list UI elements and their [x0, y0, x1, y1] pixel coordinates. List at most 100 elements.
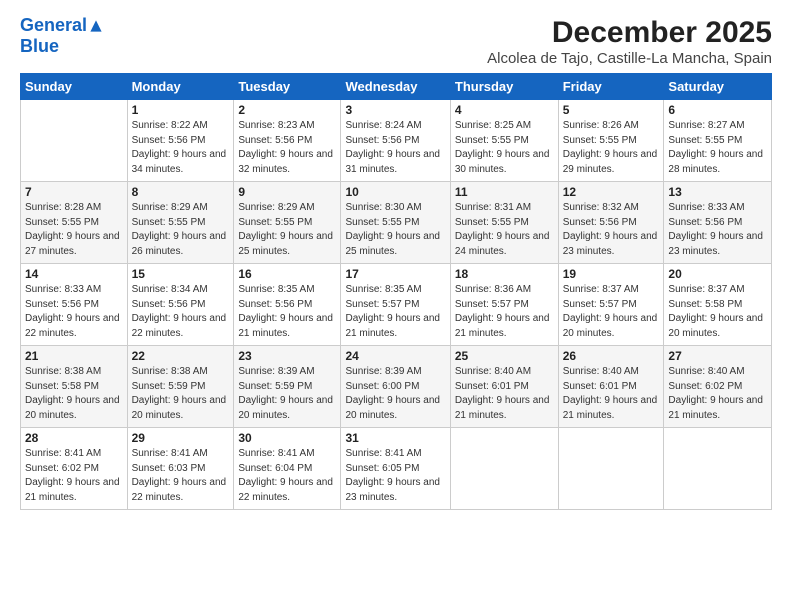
calendar-week-row: 1Sunrise: 8:22 AM Sunset: 5:56 PM Daylig… [21, 100, 772, 182]
calendar-cell: 27 Sunrise: 8:40 AM Sunset: 6:02 PM Dayli… [664, 346, 772, 428]
day-info: Sunrise: 8:29 AM Sunset: 5:55 PM Dayligh… [238, 201, 336, 259]
calendar-week-row: 14 Sunrise: 8:33 AM Sunset: 5:56 PM Dayli… [21, 264, 772, 346]
calendar-cell: 10 Sunrise: 8:30 AM Sunset: 5:55 PM Dayli… [341, 182, 450, 264]
calendar-cell: 11 Sunrise: 8:31 AM Sunset: 5:55 PM Dayli… [450, 182, 558, 264]
day-info: Sunrise: 8:40 AM Sunset: 6:02 PM Dayligh… [668, 365, 767, 423]
main-title: December 2025 [487, 16, 772, 50]
day-number: 6 [668, 103, 767, 117]
calendar-cell: 30 Sunrise: 8:41 AM Sunset: 6:04 PM Dayli… [234, 428, 341, 510]
calendar-cell: 20Sunrise: 8:37 AM Sunset: 5:58 PM Dayli… [664, 264, 772, 346]
title-block: December 2025 Alcolea de Tajo, Castille-… [487, 16, 772, 67]
day-number: 13 [668, 185, 767, 199]
calendar-cell: 16 Sunrise: 8:35 AM Sunset: 5:56 PM Dayli… [234, 264, 341, 346]
day-info: Sunrise: 8:34 AM Sunset: 5:56 PM Dayligh… [132, 283, 230, 341]
calendar-cell: 19 Sunrise: 8:37 AM Sunset: 5:57 PM Dayli… [558, 264, 664, 346]
calendar-cell: 31 Sunrise: 8:41 AM Sunset: 6:05 PM Dayli… [341, 428, 450, 510]
day-number: 4 [455, 103, 554, 117]
day-number: 23 [238, 349, 336, 363]
day-number: 3 [345, 103, 445, 117]
calendar-week-row: 28 Sunrise: 8:41 AM Sunset: 6:02 PM Dayli… [21, 428, 772, 510]
day-info: Sunrise: 8:39 AM Sunset: 5:59 PM Dayligh… [238, 365, 336, 423]
calendar-cell: 8 Sunrise: 8:29 AM Sunset: 5:55 PM Daylig… [127, 182, 234, 264]
col-thursday: Thursday [450, 74, 558, 100]
day-number: 28 [25, 431, 123, 445]
col-sunday: Sunday [21, 74, 128, 100]
day-info: Sunrise: 8:32 AM Sunset: 5:56 PM Dayligh… [563, 201, 660, 259]
day-number: 27 [668, 349, 767, 363]
day-info: Sunrise: 8:25 AM Sunset: 5:55 PM Dayligh… [455, 119, 554, 177]
day-number: 14 [25, 267, 123, 281]
calendar: Sunday Monday Tuesday Wednesday Thursday… [20, 73, 772, 510]
day-info: Sunrise: 8:40 AM Sunset: 6:01 PM Dayligh… [563, 365, 660, 423]
day-info: Sunrise: 8:33 AM Sunset: 5:56 PM Dayligh… [25, 283, 123, 341]
day-info: Sunrise: 8:38 AM Sunset: 5:59 PM Dayligh… [132, 365, 230, 423]
calendar-cell: 26 Sunrise: 8:40 AM Sunset: 6:01 PM Dayli… [558, 346, 664, 428]
day-number: 1 [132, 103, 230, 117]
day-number: 18 [455, 267, 554, 281]
page: General Blue December 2025 Alcolea de Ta… [0, 0, 792, 522]
day-number: 12 [563, 185, 660, 199]
day-number: 21 [25, 349, 123, 363]
day-number: 20 [668, 267, 767, 281]
day-info: Sunrise: 8:40 AM Sunset: 6:01 PM Dayligh… [455, 365, 554, 423]
day-info: Sunrise: 8:30 AM Sunset: 5:55 PM Dayligh… [345, 201, 445, 259]
logo-icon [89, 19, 103, 33]
calendar-week-row: 21Sunrise: 8:38 AM Sunset: 5:58 PM Dayli… [21, 346, 772, 428]
calendar-cell: 14 Sunrise: 8:33 AM Sunset: 5:56 PM Dayli… [21, 264, 128, 346]
calendar-cell: 29 Sunrise: 8:41 AM Sunset: 6:03 PM Dayli… [127, 428, 234, 510]
day-info: Sunrise: 8:29 AM Sunset: 5:55 PM Dayligh… [132, 201, 230, 259]
day-info: Sunrise: 8:33 AM Sunset: 5:56 PM Dayligh… [668, 201, 767, 259]
day-info: Sunrise: 8:41 AM Sunset: 6:05 PM Dayligh… [345, 447, 445, 505]
col-monday: Monday [127, 74, 234, 100]
day-info: Sunrise: 8:27 AM Sunset: 5:55 PM Dayligh… [668, 119, 767, 177]
day-number: 7 [25, 185, 123, 199]
day-number: 24 [345, 349, 445, 363]
col-saturday: Saturday [664, 74, 772, 100]
day-number: 29 [132, 431, 230, 445]
calendar-cell: 2Sunrise: 8:23 AM Sunset: 5:56 PM Daylig… [234, 100, 341, 182]
calendar-cell: 3 Sunrise: 8:24 AM Sunset: 5:56 PM Daylig… [341, 100, 450, 182]
logo: General Blue [20, 16, 103, 57]
day-number: 16 [238, 267, 336, 281]
day-info: Sunrise: 8:41 AM Sunset: 6:03 PM Dayligh… [132, 447, 230, 505]
day-info: Sunrise: 8:35 AM Sunset: 5:56 PM Dayligh… [238, 283, 336, 341]
header: General Blue December 2025 Alcolea de Ta… [20, 16, 772, 67]
day-number: 10 [345, 185, 445, 199]
calendar-cell: 13 Sunrise: 8:33 AM Sunset: 5:56 PM Dayli… [664, 182, 772, 264]
calendar-cell: 21Sunrise: 8:38 AM Sunset: 5:58 PM Dayli… [21, 346, 128, 428]
day-number: 15 [132, 267, 230, 281]
calendar-cell [558, 428, 664, 510]
logo-block: General Blue [20, 16, 103, 57]
day-info: Sunrise: 8:28 AM Sunset: 5:55 PM Dayligh… [25, 201, 123, 259]
day-info: Sunrise: 8:41 AM Sunset: 6:04 PM Dayligh… [238, 447, 336, 505]
day-info: Sunrise: 8:37 AM Sunset: 5:57 PM Dayligh… [563, 283, 660, 341]
day-number: 30 [238, 431, 336, 445]
day-number: 11 [455, 185, 554, 199]
day-info: Sunrise: 8:24 AM Sunset: 5:56 PM Dayligh… [345, 119, 445, 177]
day-number: 22 [132, 349, 230, 363]
calendar-cell: 9 Sunrise: 8:29 AM Sunset: 5:55 PM Daylig… [234, 182, 341, 264]
calendar-cell: 17 Sunrise: 8:35 AM Sunset: 5:57 PM Dayli… [341, 264, 450, 346]
day-info: Sunrise: 8:35 AM Sunset: 5:57 PM Dayligh… [345, 283, 445, 341]
day-number: 17 [345, 267, 445, 281]
calendar-cell: 15 Sunrise: 8:34 AM Sunset: 5:56 PM Dayli… [127, 264, 234, 346]
day-number: 8 [132, 185, 230, 199]
calendar-cell: 24Sunrise: 8:39 AM Sunset: 6:00 PM Dayli… [341, 346, 450, 428]
calendar-cell: 4 Sunrise: 8:25 AM Sunset: 5:55 PM Daylig… [450, 100, 558, 182]
col-tuesday: Tuesday [234, 74, 341, 100]
day-info: Sunrise: 8:41 AM Sunset: 6:02 PM Dayligh… [25, 447, 123, 505]
day-info: Sunrise: 8:31 AM Sunset: 5:55 PM Dayligh… [455, 201, 554, 259]
col-friday: Friday [558, 74, 664, 100]
calendar-cell [450, 428, 558, 510]
day-number: 25 [455, 349, 554, 363]
calendar-cell: 22 Sunrise: 8:38 AM Sunset: 5:59 PM Dayli… [127, 346, 234, 428]
calendar-cell [664, 428, 772, 510]
day-number: 31 [345, 431, 445, 445]
day-number: 9 [238, 185, 336, 199]
calendar-cell: 25 Sunrise: 8:40 AM Sunset: 6:01 PM Dayli… [450, 346, 558, 428]
day-number: 26 [563, 349, 660, 363]
col-wednesday: Wednesday [341, 74, 450, 100]
calendar-week-row: 7 Sunrise: 8:28 AM Sunset: 5:55 PM Daylig… [21, 182, 772, 264]
day-number: 19 [563, 267, 660, 281]
calendar-header-row: Sunday Monday Tuesday Wednesday Thursday… [21, 74, 772, 100]
